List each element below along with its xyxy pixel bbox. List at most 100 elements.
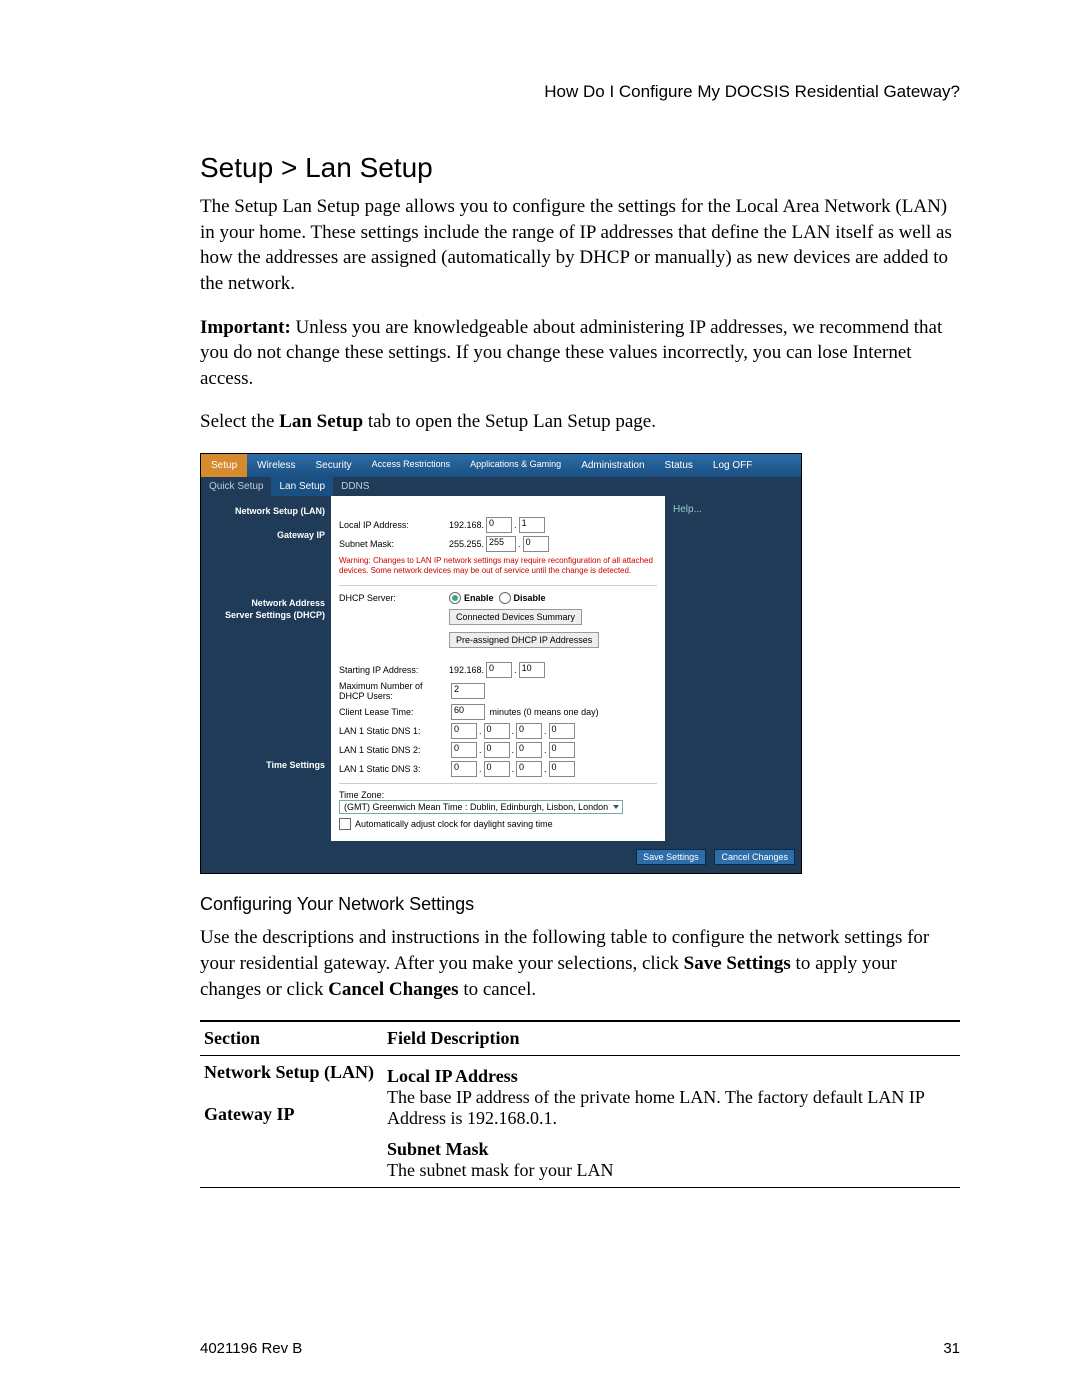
input-dns1-1[interactable]: 0 xyxy=(451,723,477,739)
footer-docid: 4021196 Rev B xyxy=(200,1340,302,1357)
important-label: Important: xyxy=(200,317,291,338)
field-desc-1: The base IP address of the private home … xyxy=(387,1087,924,1128)
label-lease-time: Client Lease Time: xyxy=(339,707,449,717)
th-section: Section xyxy=(200,1021,383,1056)
btn-connected-devices[interactable]: Connected Devices Summary xyxy=(449,609,582,625)
subtab-ddns[interactable]: DDNS xyxy=(333,477,377,496)
input-dns3-3[interactable]: 0 xyxy=(516,761,542,777)
settings-form: Local IP Address: 192.168. 0 . 1 Subnet … xyxy=(331,496,665,841)
subtab-lan-setup[interactable]: Lan Setup xyxy=(271,477,333,496)
td-description: Local IP Address The base IP address of … xyxy=(383,1056,960,1188)
input-ip-octet3[interactable]: 0 xyxy=(486,517,512,533)
config-subheading: Configuring Your Network Settings xyxy=(200,894,960,915)
input-dns1-2[interactable]: 0 xyxy=(484,723,510,739)
running-header: How Do I Configure My DOCSIS Residential… xyxy=(200,82,960,102)
input-start-octet4[interactable]: 10 xyxy=(519,662,545,678)
ip-prefix: 192.168. xyxy=(449,520,484,530)
tab-apps-gaming[interactable]: Applications & Gaming xyxy=(460,454,571,477)
section-dhcp-a: Network Address xyxy=(207,598,325,608)
select-timezone[interactable]: (GMT) Greenwich Mean Time : Dublin, Edin… xyxy=(339,800,623,814)
label-local-ip: Local IP Address: xyxy=(339,520,449,530)
input-dns3-2[interactable]: 0 xyxy=(484,761,510,777)
section-labels-column: Network Setup (LAN) Gateway IP Network A… xyxy=(201,496,331,841)
tab-logoff[interactable]: Log OFF xyxy=(703,454,762,477)
config-bold-2: Cancel Changes xyxy=(328,979,458,1000)
radio-disable[interactable] xyxy=(499,592,511,604)
label-dns2: LAN 1 Static DNS 2: xyxy=(339,745,449,755)
select-pre: Select the xyxy=(200,411,279,432)
input-dns3-4[interactable]: 0 xyxy=(549,761,575,777)
btn-preassigned-dhcp[interactable]: Pre-assigned DHCP IP Addresses xyxy=(449,632,599,648)
input-dns2-1[interactable]: 0 xyxy=(451,742,477,758)
config-paragraph: Use the descriptions and instructions in… xyxy=(200,925,960,1002)
field-desc-2: The subnet mask for your LAN xyxy=(387,1160,613,1180)
th-field-description: Field Description xyxy=(383,1021,960,1056)
section-dhcp-b: Server Settings (DHCP) xyxy=(207,610,325,620)
radio-enable[interactable] xyxy=(449,592,461,604)
tab-security[interactable]: Security xyxy=(305,454,361,477)
section-gateway-ip: Gateway IP xyxy=(207,530,325,540)
tab-access-restrictions[interactable]: Access Restrictions xyxy=(362,454,461,477)
input-dns3-1[interactable]: 0 xyxy=(451,761,477,777)
page-title: Setup > Lan Setup xyxy=(200,152,960,184)
footer-page-number: 31 xyxy=(943,1340,960,1357)
input-dns2-3[interactable]: 0 xyxy=(516,742,542,758)
config-text-3: to cancel. xyxy=(459,979,537,1000)
page-footer: 4021196 Rev B 31 xyxy=(200,1340,960,1357)
label-disable: Disable xyxy=(514,593,546,603)
select-instruction: Select the Lan Setup tab to open the Set… xyxy=(200,409,960,435)
secondary-tabs: Quick Setup Lan Setup DDNS xyxy=(201,477,801,496)
mask-prefix: 255.255. xyxy=(449,539,484,549)
label-dns3: LAN 1 Static DNS 3: xyxy=(339,764,449,774)
help-link[interactable]: Help... xyxy=(673,504,793,515)
input-max-users[interactable]: 2 xyxy=(451,683,485,699)
input-mask-octet3[interactable]: 255 xyxy=(486,536,516,552)
input-dns2-2[interactable]: 0 xyxy=(484,742,510,758)
section-time: Time Settings xyxy=(207,760,325,770)
router-screenshot: Setup Wireless Security Access Restricti… xyxy=(200,453,802,874)
intro-paragraph: The Setup Lan Setup page allows you to c… xyxy=(200,194,960,297)
input-dns2-4[interactable]: 0 xyxy=(549,742,575,758)
select-bold: Lan Setup xyxy=(279,411,363,432)
warning-text: Warning: Changes to LAN IP network setti… xyxy=(339,556,657,575)
tab-administration[interactable]: Administration xyxy=(571,454,654,477)
label-starting-ip: Starting IP Address: xyxy=(339,665,449,675)
section-name-1: Network Setup (LAN) xyxy=(204,1062,374,1082)
tab-status[interactable]: Status xyxy=(655,454,703,477)
table-row: Network Setup (LAN) Gateway IP Local IP … xyxy=(200,1056,960,1188)
select-post: tab to open the Setup Lan Setup page. xyxy=(363,411,656,432)
start-ip-prefix: 192.168. xyxy=(449,665,484,675)
section-network-setup: Network Setup (LAN) xyxy=(207,506,325,516)
btn-save-settings[interactable]: Save Settings xyxy=(636,849,706,865)
primary-tabs: Setup Wireless Security Access Restricti… xyxy=(201,454,801,477)
input-start-octet3[interactable]: 0 xyxy=(486,662,512,678)
field-name-2: Subnet Mask xyxy=(387,1139,956,1160)
help-column: Help... xyxy=(665,496,801,841)
label-dhcp-server: DHCP Server: xyxy=(339,593,449,603)
label-dst: Automatically adjust clock for daylight … xyxy=(355,819,553,829)
label-enable: Enable xyxy=(464,593,494,603)
tab-wireless[interactable]: Wireless xyxy=(247,454,305,477)
input-dns1-3[interactable]: 0 xyxy=(516,723,542,739)
router-footer: Save Settings Cancel Changes xyxy=(201,841,801,873)
important-body: Unless you are knowledgeable about admin… xyxy=(200,317,942,389)
input-ip-octet4[interactable]: 1 xyxy=(519,517,545,533)
label-max-users: Maximum Number ofDHCP Users: xyxy=(339,681,449,701)
label-lease-unit: minutes (0 means one day) xyxy=(490,707,599,717)
important-paragraph: Important: Unless you are knowledgeable … xyxy=(200,315,960,392)
field-name-1: Local IP Address xyxy=(387,1066,956,1087)
input-dns1-4[interactable]: 0 xyxy=(549,723,575,739)
label-dns1: LAN 1 Static DNS 1: xyxy=(339,726,449,736)
config-bold-1: Save Settings xyxy=(684,953,791,974)
tab-setup[interactable]: Setup xyxy=(201,454,247,477)
field-description-table: Section Field Description Network Setup … xyxy=(200,1020,960,1188)
input-mask-octet4[interactable]: 0 xyxy=(523,536,549,552)
label-subnet: Subnet Mask: xyxy=(339,539,449,549)
btn-cancel-changes[interactable]: Cancel Changes xyxy=(714,849,795,865)
subtab-quick-setup[interactable]: Quick Setup xyxy=(201,477,271,496)
checkbox-dst[interactable] xyxy=(339,818,351,830)
section-name-2: Gateway IP xyxy=(204,1104,294,1124)
input-lease-time[interactable]: 60 xyxy=(451,704,485,720)
td-section: Network Setup (LAN) Gateway IP xyxy=(200,1056,383,1188)
label-timezone: Time Zone: xyxy=(339,790,657,800)
